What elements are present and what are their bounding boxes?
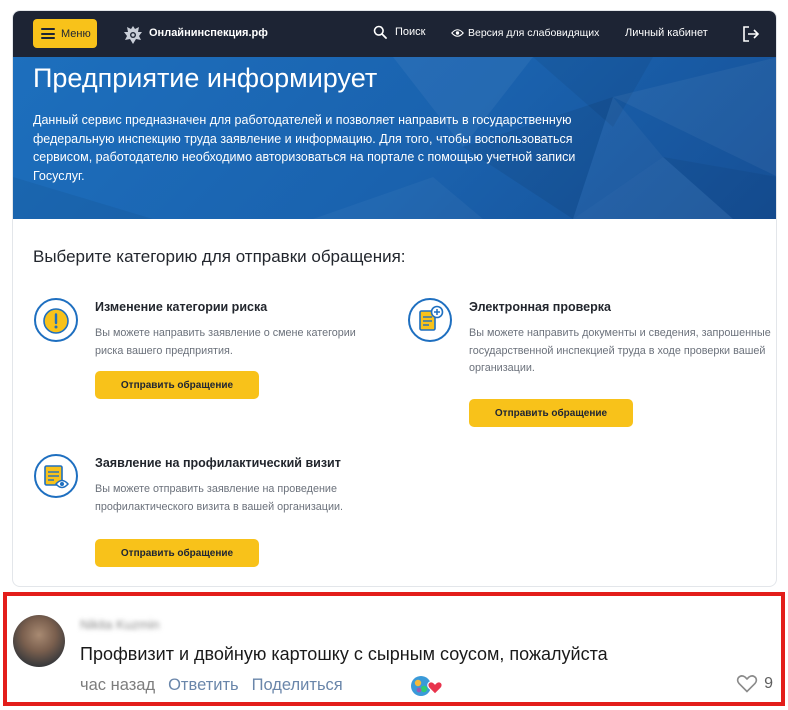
coat-of-arms-icon bbox=[124, 26, 142, 44]
search-label: Поиск bbox=[395, 26, 426, 38]
send-request-button[interactable]: Отправить обращение bbox=[95, 539, 259, 567]
hamburger-icon bbox=[41, 28, 55, 39]
site-screenshot-card: Меню Онлайнинспекция.рф Поиск Версия для… bbox=[12, 10, 777, 587]
personal-account-link[interactable]: Личный кабинет bbox=[625, 27, 708, 39]
category-description: Вы можете отправить заявление на проведе… bbox=[95, 483, 344, 513]
comment-time: час назад bbox=[80, 676, 156, 694]
likes-count: 9 bbox=[764, 674, 773, 692]
category-description: Вы можете направить документы и сведения… bbox=[469, 327, 771, 374]
reactions-icon[interactable] bbox=[408, 672, 448, 700]
site-name[interactable]: Онлайнинспекция.рф bbox=[149, 27, 268, 39]
hero-banner: Предприятие информирует Данный сервис пр… bbox=[13, 57, 776, 219]
warning-icon bbox=[34, 298, 78, 342]
send-request-button[interactable]: Отправить обращение bbox=[95, 371, 259, 399]
avatar[interactable] bbox=[13, 615, 65, 667]
logout-icon[interactable] bbox=[741, 24, 761, 44]
category-electronic-inspection: Электронная проверка Вы можете направить… bbox=[407, 297, 771, 427]
search-icon bbox=[373, 25, 387, 39]
screenshot: Меню Онлайнинспекция.рф Поиск Версия для… bbox=[0, 0, 788, 710]
category-title: Заявление на профилактический визит bbox=[95, 456, 341, 470]
comment-meta: час назад Ответить Поделиться bbox=[80, 676, 356, 695]
section-title: Выберите категорию для отправки обращени… bbox=[33, 247, 406, 266]
document-add-icon bbox=[408, 298, 452, 342]
like-button[interactable]: 9 bbox=[736, 674, 773, 693]
hero-description: Данный сервис предназначен для работодат… bbox=[33, 113, 576, 183]
category-title: Изменение категории риска bbox=[95, 300, 268, 314]
send-request-button[interactable]: Отправить обращение bbox=[469, 399, 633, 427]
top-navigation-bar: Меню Онлайнинспекция.рф Поиск Версия для… bbox=[13, 11, 776, 57]
menu-button[interactable]: Меню bbox=[33, 19, 97, 48]
category-title: Электронная проверка bbox=[469, 300, 611, 314]
share-button[interactable]: Поделиться bbox=[252, 676, 343, 695]
category-description: Вы можете направить заявление о смене ка… bbox=[95, 327, 356, 357]
reply-button[interactable]: Ответить bbox=[168, 676, 239, 695]
eye-icon bbox=[451, 29, 464, 37]
accessibility-version-link[interactable]: Версия для слабовидящих bbox=[451, 27, 599, 39]
category-preventive-visit: Заявление на профилактический визит Вы м… bbox=[33, 453, 393, 567]
hero-title: Предприятие информирует bbox=[33, 63, 378, 93]
heart-icon bbox=[736, 675, 758, 693]
search-link[interactable]: Поиск bbox=[373, 25, 425, 39]
comment-author[interactable]: Nikita Kuzmin bbox=[80, 617, 159, 632]
comment-text: Профвизит и двойную картошку с сырным со… bbox=[80, 644, 608, 664]
document-view-icon bbox=[34, 454, 78, 498]
category-risk-change: Изменение категории риска Вы можете напр… bbox=[33, 297, 363, 407]
accessibility-version-label: Версия для слабовидящих bbox=[468, 27, 600, 39]
menu-button-label: Меню bbox=[61, 27, 91, 40]
highlighted-comment: Nikita Kuzmin Профвизит и двойную картош… bbox=[3, 592, 785, 706]
